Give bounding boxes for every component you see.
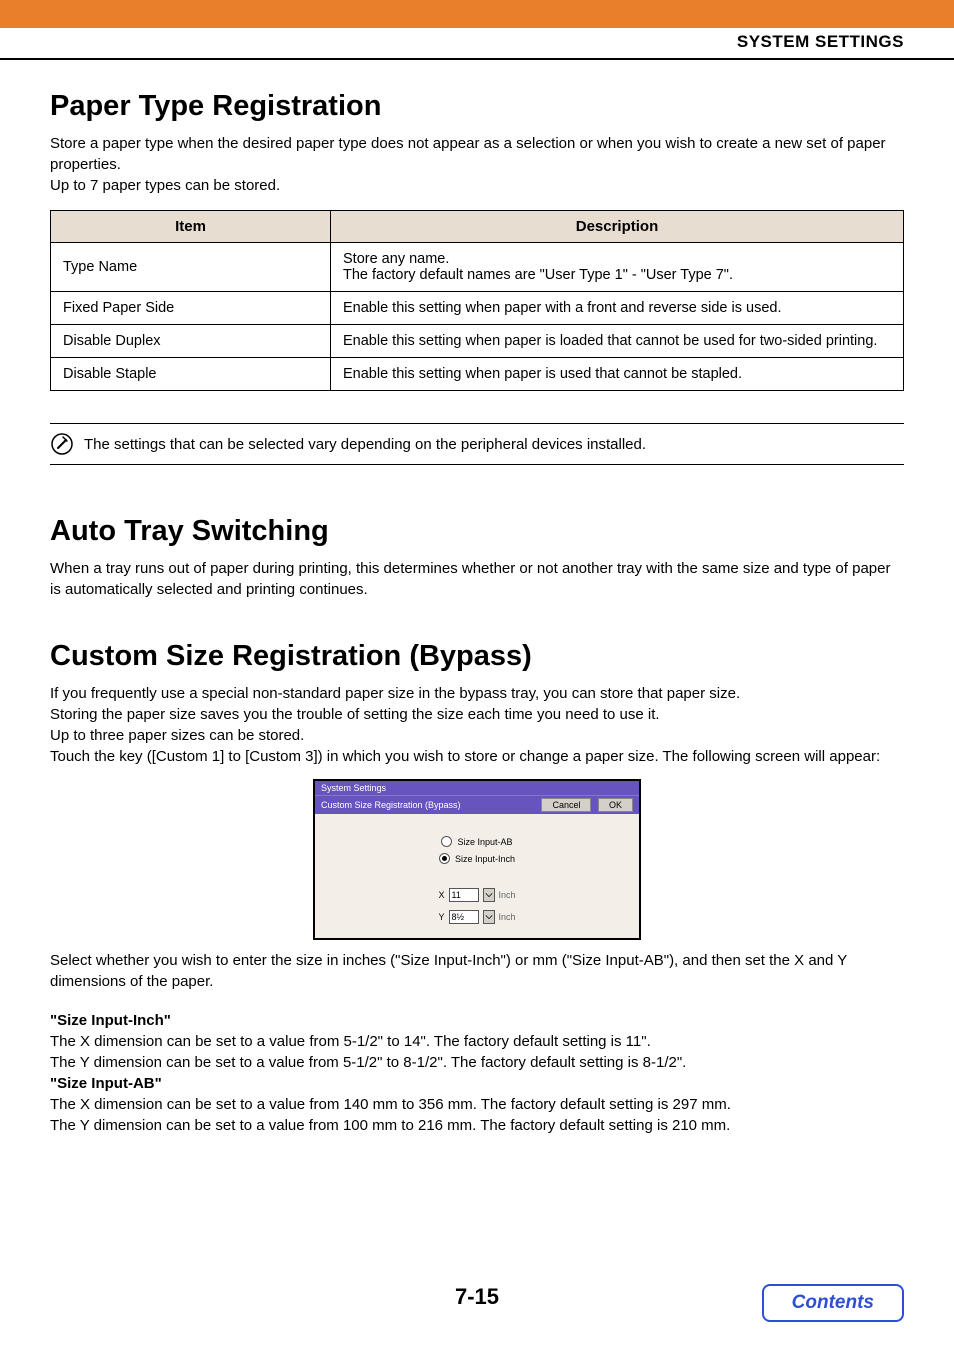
section-custom-size: Custom Size Registration (Bypass) If you… [50,640,904,1136]
inch-y-text: The Y dimension can be set to a value fr… [50,1052,904,1073]
cell-item: Fixed Paper Side [51,292,331,325]
contents-button[interactable]: Contents [762,1284,904,1322]
radio-row-inch[interactable]: Size Input-Inch [325,853,629,864]
dim-y-field[interactable]: 8½ [449,910,479,924]
custom-size-p2: Storing the paper size saves you the tro… [50,704,904,725]
inch-heading: "Size Input-Inch" [50,1010,904,1031]
dim-x-label: X [438,890,444,900]
ab-y-text: The Y dimension can be set to a value fr… [50,1115,904,1136]
chevron-down-icon[interactable] [483,910,495,924]
dimension-x-row: X 11 Inch [325,888,629,902]
table-row: Disable Duplex Enable this setting when … [51,325,904,358]
radio-row-ab[interactable]: Size Input-AB [325,836,629,847]
top-accent-bar [0,0,954,28]
inch-x-text: The X dimension can be set to a value fr… [50,1031,904,1052]
info-icon [50,432,74,456]
custom-size-p3: Up to three paper sizes can be stored. [50,725,904,746]
cell-desc: Enable this setting when paper is used t… [331,358,904,391]
ab-x-text: The X dimension can be set to a value fr… [50,1094,904,1115]
cancel-button[interactable]: Cancel [541,798,591,812]
custom-size-p4: Touch the key ([Custom 1] to [Custom 3])… [50,746,904,767]
header-title: SYSTEM SETTINGS [737,32,904,52]
dialog-subtitle: Custom Size Registration (Bypass) [321,800,461,810]
th-desc: Description [331,211,904,243]
dialog-titlebar: System Settings [315,781,639,795]
dim-x-field[interactable]: 11 [449,888,479,902]
cell-item: Disable Duplex [51,325,331,358]
dim-y-unit: Inch [499,912,516,922]
page-content: Paper Type Registration Store a paper ty… [0,60,954,1136]
page-header: SYSTEM SETTINGS [0,28,954,60]
radio-label-ab: Size Input-AB [457,837,512,847]
dim-x-unit: Inch [499,890,516,900]
section-auto-tray: Auto Tray Switching When a tray runs out… [50,515,904,600]
note-box: The settings that can be selected vary d… [50,423,904,465]
radio-unchecked-icon [441,836,452,847]
dialog-body: Size Input-AB Size Input-Inch X 11 Inch … [315,814,639,938]
radio-checked-icon [439,853,450,864]
dimension-y-row: Y 8½ Inch [325,910,629,924]
dialog-buttons: Cancel OK [537,798,633,812]
dialog-subbar: Custom Size Registration (Bypass) Cancel… [315,795,639,814]
dim-y-label: Y [438,912,444,922]
table-row: Disable Staple Enable this setting when … [51,358,904,391]
note-text: The settings that can be selected vary d… [84,436,646,453]
cell-desc: Store any name. The factory default name… [331,243,904,292]
th-item: Item [51,211,331,243]
after-dialog-text: Select whether you wish to enter the siz… [50,950,904,992]
cell-item: Type Name [51,243,331,292]
auto-tray-body: When a tray runs out of paper during pri… [50,558,904,600]
radio-label-inch: Size Input-Inch [455,854,515,864]
ok-button[interactable]: OK [598,798,633,812]
paper-type-intro2: Up to 7 paper types can be stored. [50,175,904,196]
cell-item: Disable Staple [51,358,331,391]
ab-heading: "Size Input-AB" [50,1073,904,1094]
paper-type-table: Item Description Type Name Store any nam… [50,210,904,391]
chevron-down-icon[interactable] [483,888,495,902]
custom-size-p1: If you frequently use a special non-stan… [50,683,904,704]
heading-custom-size: Custom Size Registration (Bypass) [50,640,904,673]
heading-auto-tray: Auto Tray Switching [50,515,904,548]
cell-desc: Enable this setting when paper is loaded… [331,325,904,358]
cell-desc: Enable this setting when paper with a fr… [331,292,904,325]
table-row: Type Name Store any name. The factory de… [51,243,904,292]
dialog-screenshot: System Settings Custom Size Registration… [313,779,641,940]
paper-type-intro1: Store a paper type when the desired pape… [50,133,904,175]
table-row: Fixed Paper Side Enable this setting whe… [51,292,904,325]
heading-paper-type: Paper Type Registration [50,90,904,123]
